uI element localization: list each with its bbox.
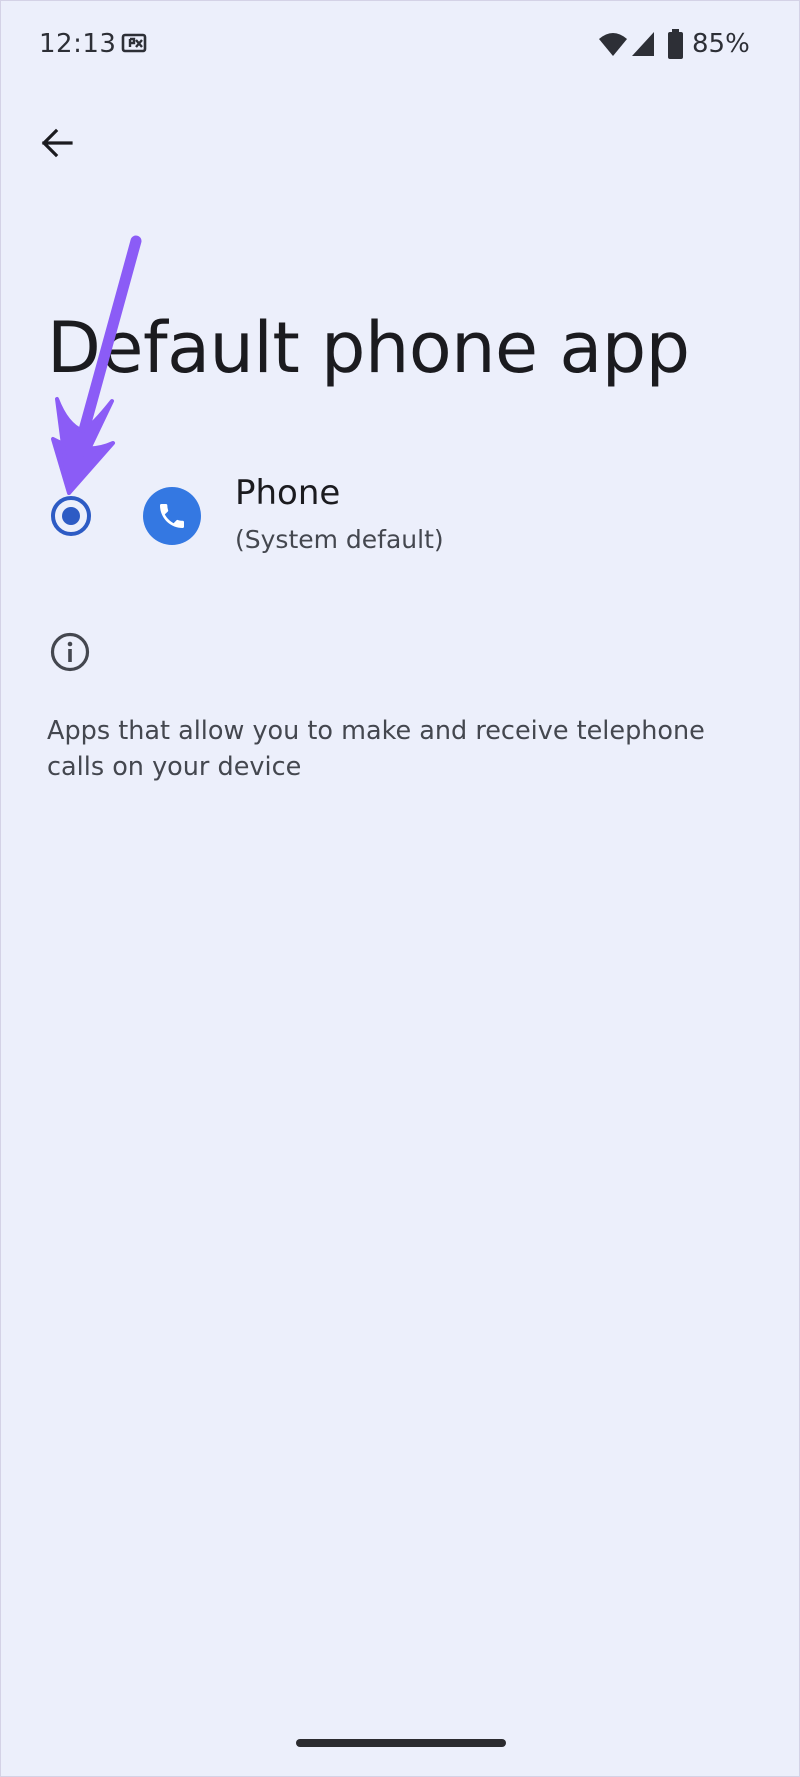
info-icon	[50, 632, 90, 672]
app-option-phone[interactable]: Phone (System default)	[1, 461, 800, 571]
annotation-arrow	[51, 235, 142, 495]
battery-percentage: 85%	[692, 29, 750, 59]
radio-dot	[62, 507, 80, 525]
phone-app-icon	[143, 487, 201, 545]
info-description: Apps that allow you to make and receive …	[47, 716, 705, 782]
cell-signal-icon	[632, 32, 654, 56]
back-button[interactable]	[31, 117, 83, 169]
wifi-icon	[599, 33, 627, 56]
app-name: Phone	[235, 473, 341, 513]
notification-icon	[121, 33, 147, 53]
app-subtitle: (System default)	[235, 525, 444, 554]
phone-icon	[160, 504, 184, 528]
radio-button-selected[interactable]	[51, 496, 91, 536]
arrow-back-icon	[41, 128, 73, 158]
settings-screen: 12:13 85% Default phone app Phone (Syste…	[0, 0, 800, 1777]
battery-icon	[668, 29, 683, 59]
page-title: Default phone app	[47, 307, 690, 389]
status-time: 12:13	[39, 29, 117, 59]
status-bar: 12:13 85%	[1, 1, 800, 91]
gesture-nav-handle[interactable]	[296, 1739, 506, 1747]
